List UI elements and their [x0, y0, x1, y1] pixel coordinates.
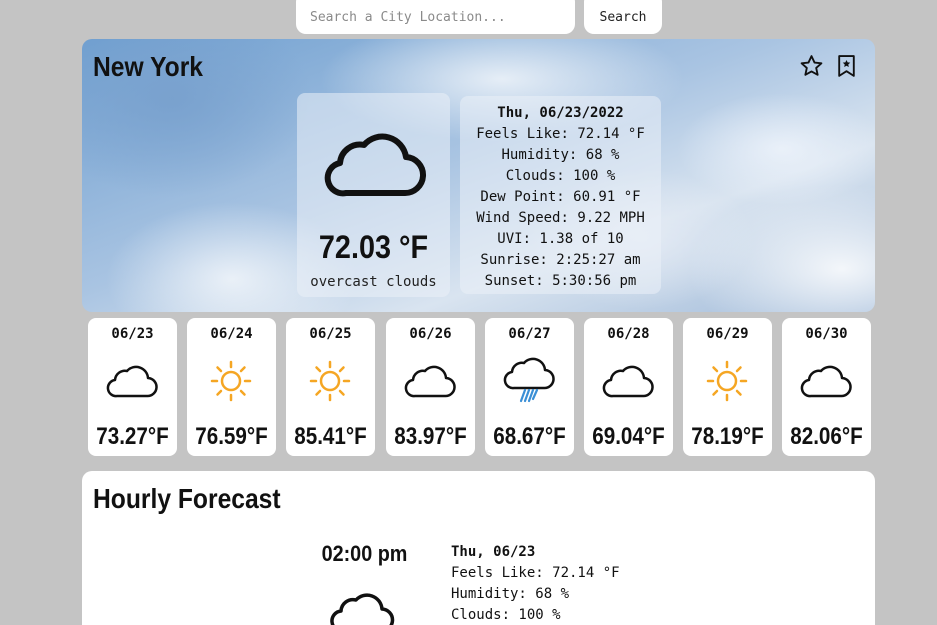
humidity: Humidity: 68 %	[501, 147, 620, 163]
day-date: 06/29	[706, 326, 749, 342]
weather-description: overcast clouds	[310, 274, 437, 290]
feels-like: Feels Like: 72.14 °F	[476, 126, 645, 142]
day-card[interactable]: 06/30 82.06°F	[782, 318, 871, 456]
sunset: Sunset: 5:30:56 pm	[484, 273, 637, 289]
star-icon[interactable]	[799, 53, 824, 79]
dew-point: Dew Point: 60.91 °F	[480, 189, 641, 205]
wind-speed: Wind Speed: 9.22 MPH	[476, 210, 645, 226]
day-temperature: 76.59°F	[195, 423, 268, 450]
day-card[interactable]: 06/23 73.27°F	[88, 318, 177, 456]
day-temperature: 73.27°F	[96, 423, 169, 450]
search-input[interactable]	[296, 0, 575, 34]
day-card[interactable]: 06/26 83.97°F	[386, 318, 475, 456]
current-temperature: 72.03 °F	[318, 229, 429, 265]
day-temperature: 83.97°F	[394, 423, 467, 450]
hour-humidity: Humidity: 68 %	[451, 586, 570, 602]
current-summary-card: 72.03 °F overcast clouds	[297, 93, 450, 297]
hero-actions	[799, 53, 859, 79]
sun-icon	[309, 360, 351, 402]
cloud-icon	[404, 365, 456, 398]
sun-icon	[706, 360, 748, 402]
day-card[interactable]: 06/24 76.59°F	[187, 318, 276, 456]
current-details-card: Thu, 06/23/2022 Feels Like: 72.14 °F Hum…	[460, 96, 661, 294]
clouds: Clouds: 100 %	[505, 168, 616, 184]
day-card[interactable]: 06/25 85.41°F	[286, 318, 375, 456]
cloud-icon	[800, 365, 852, 398]
rain-cloud-icon	[503, 357, 555, 403]
day-card[interactable]: 06/29 78.19°F	[683, 318, 772, 456]
day-date: 06/28	[607, 326, 650, 342]
day-date: 06/26	[409, 326, 452, 342]
day-temperature: 85.41°F	[294, 423, 367, 450]
day-temperature: 68.67°F	[493, 423, 566, 450]
day-temperature: 78.19°F	[691, 423, 764, 450]
hour-feels-like: Feels Like: 72.14 °F	[451, 565, 620, 581]
hourly-forecast-panel: Hourly Forecast 02:00 pm Thu, 06/23 Feel…	[82, 471, 875, 625]
hour-time: 02:00 pm	[321, 541, 408, 566]
day-date: 06/30	[805, 326, 848, 342]
hour-date: Thu, 06/23	[451, 544, 536, 560]
day-card[interactable]: 06/28 69.04°F	[584, 318, 673, 456]
day-card[interactable]: 06/27 68.67°F	[485, 318, 574, 456]
day-temperature: 82.06°F	[790, 423, 863, 450]
day-date: 06/27	[508, 326, 551, 342]
day-date: 06/24	[210, 326, 253, 342]
day-date: 06/23	[111, 326, 154, 342]
city-name: New York	[93, 51, 204, 82]
sun-icon	[210, 360, 252, 402]
hour-details: Thu, 06/23 Feels Like: 72.14 °F Humidity…	[451, 542, 620, 625]
details-date: Thu, 06/23/2022	[497, 105, 624, 121]
uvi: UVI: 1.38 of 10	[497, 231, 624, 247]
sunrise: Sunrise: 2:25:27 am	[480, 252, 641, 268]
day-temperature: 69.04°F	[592, 423, 665, 450]
day-date: 06/25	[309, 326, 352, 342]
current-weather-panel: New York 72.03 °F overcast clouds Thu, 0…	[82, 39, 875, 312]
bookmark-icon[interactable]	[834, 53, 859, 79]
cloud-icon	[602, 365, 654, 398]
cloud-icon	[324, 133, 427, 197]
search-button[interactable]: Search	[584, 0, 662, 34]
cloud-icon	[330, 593, 395, 625]
hour-clouds: Clouds: 100 %	[451, 607, 561, 623]
cloud-icon	[106, 365, 158, 398]
hourly-title: Hourly Forecast	[93, 483, 281, 514]
